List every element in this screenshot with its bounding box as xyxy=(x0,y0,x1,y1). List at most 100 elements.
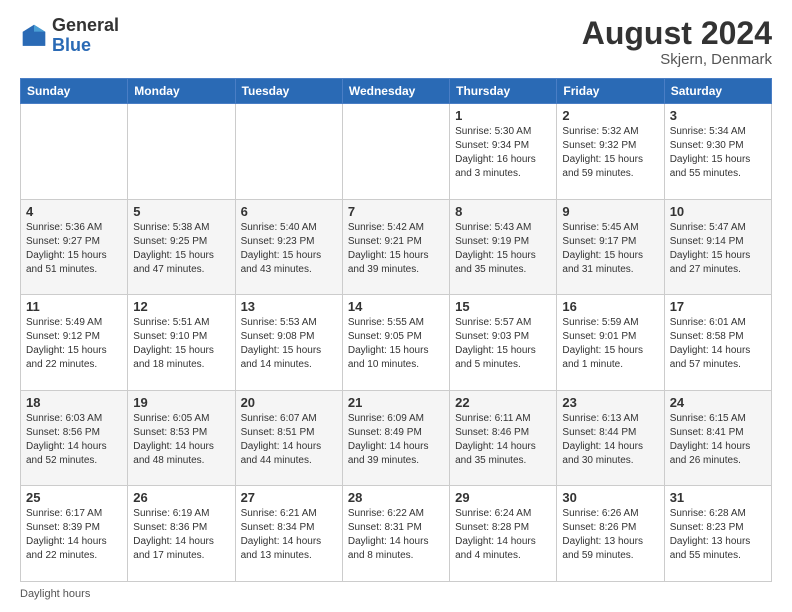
day-number: 10 xyxy=(670,204,766,219)
calendar-week-row: 18 Sunrise: 6:03 AM Sunset: 8:56 PM Dayli… xyxy=(21,390,772,486)
col-sunday: Sunday xyxy=(21,79,128,104)
table-row: 23 Sunrise: 6:13 AM Sunset: 8:44 PM Dayli… xyxy=(557,390,664,486)
day-number: 6 xyxy=(241,204,337,219)
table-row: 13 Sunrise: 5:53 AM Sunset: 9:08 PM Dayli… xyxy=(235,295,342,391)
calendar-week-row: 25 Sunrise: 6:17 AM Sunset: 8:39 PM Dayli… xyxy=(21,486,772,582)
day-number: 14 xyxy=(348,299,444,314)
table-row: 14 Sunrise: 5:55 AM Sunset: 9:05 PM Dayli… xyxy=(342,295,449,391)
daylight-hours-label: Daylight hours xyxy=(20,588,90,600)
day-info: Sunrise: 5:30 AM Sunset: 9:34 PM Dayligh… xyxy=(455,125,551,181)
day-number: 25 xyxy=(26,490,122,505)
day-number: 17 xyxy=(670,299,766,314)
table-row: 11Sunrise: 5:49 AM Sunset: 9:12 PM Dayli… xyxy=(21,295,128,391)
table-row: 10 Sunrise: 5:47 AM Sunset: 9:14 PM Dayli… xyxy=(664,199,771,295)
calendar-week-row: 4 Sunrise: 5:36 AM Sunset: 9:27 PM Daylig… xyxy=(21,199,772,295)
table-row: 21Sunrise: 6:09 AM Sunset: 8:49 PM Dayli… xyxy=(342,390,449,486)
day-number: 9 xyxy=(562,204,658,219)
day-number: 18 xyxy=(26,395,122,410)
table-row: 22 Sunrise: 6:11 AM Sunset: 8:46 PM Dayli… xyxy=(450,390,557,486)
day-info: Sunrise: 5:40 AM Sunset: 9:23 PM Dayligh… xyxy=(241,221,337,277)
table-row: 30Sunrise: 6:26 AM Sunset: 8:26 PM Dayli… xyxy=(557,486,664,582)
table-row: 18 Sunrise: 6:03 AM Sunset: 8:56 PM Dayli… xyxy=(21,390,128,486)
day-info: Sunrise: 6:22 AM Sunset: 8:31 PM Dayligh… xyxy=(348,507,444,563)
day-number: 26 xyxy=(133,490,229,505)
calendar-header-row: Sunday Monday Tuesday Wednesday Thursday… xyxy=(21,79,772,104)
table-row: 20Sunrise: 6:07 AM Sunset: 8:51 PM Dayli… xyxy=(235,390,342,486)
table-row: 17 Sunrise: 6:01 AM Sunset: 8:58 PM Dayli… xyxy=(664,295,771,391)
col-friday: Friday xyxy=(557,79,664,104)
table-row: 5 Sunrise: 5:38 AM Sunset: 9:25 PM Daylig… xyxy=(128,199,235,295)
page: General Blue August 2024 Skjern, Denmark… xyxy=(0,0,792,612)
table-row: 25 Sunrise: 6:17 AM Sunset: 8:39 PM Dayli… xyxy=(21,486,128,582)
table-row: 16Sunrise: 5:59 AM Sunset: 9:01 PM Dayli… xyxy=(557,295,664,391)
day-number: 1 xyxy=(455,108,551,123)
day-number: 7 xyxy=(348,204,444,219)
table-row: 12 Sunrise: 5:51 AM Sunset: 9:10 PM Dayli… xyxy=(128,295,235,391)
day-number: 23 xyxy=(562,395,658,410)
day-info: Sunrise: 5:45 AM Sunset: 9:17 PM Dayligh… xyxy=(562,221,658,277)
day-info: Sunrise: 5:49 AM Sunset: 9:12 PM Dayligh… xyxy=(26,316,122,372)
day-number: 13 xyxy=(241,299,337,314)
day-number: 8 xyxy=(455,204,551,219)
day-info: Sunrise: 5:53 AM Sunset: 9:08 PM Dayligh… xyxy=(241,316,337,372)
day-info: Sunrise: 5:55 AM Sunset: 9:05 PM Dayligh… xyxy=(348,316,444,372)
footer: Daylight hours xyxy=(20,588,772,600)
day-number: 31 xyxy=(670,490,766,505)
col-thursday: Thursday xyxy=(450,79,557,104)
day-number: 27 xyxy=(241,490,337,505)
table-row: 28Sunrise: 6:22 AM Sunset: 8:31 PM Dayli… xyxy=(342,486,449,582)
logo-icon xyxy=(20,22,48,50)
day-info: Sunrise: 5:59 AM Sunset: 9:01 PM Dayligh… xyxy=(562,316,658,372)
day-info: Sunrise: 5:43 AM Sunset: 9:19 PM Dayligh… xyxy=(455,221,551,277)
table-row xyxy=(342,104,449,200)
logo: General Blue xyxy=(20,16,119,56)
day-info: Sunrise: 6:19 AM Sunset: 8:36 PM Dayligh… xyxy=(133,507,229,563)
month-year: August 2024 xyxy=(582,16,772,51)
day-info: Sunrise: 6:28 AM Sunset: 8:23 PM Dayligh… xyxy=(670,507,766,563)
day-number: 15 xyxy=(455,299,551,314)
day-info: Sunrise: 5:57 AM Sunset: 9:03 PM Dayligh… xyxy=(455,316,551,372)
table-row: 6 Sunrise: 5:40 AM Sunset: 9:23 PM Daylig… xyxy=(235,199,342,295)
day-info: Sunrise: 6:26 AM Sunset: 8:26 PM Dayligh… xyxy=(562,507,658,563)
col-tuesday: Tuesday xyxy=(235,79,342,104)
table-row: 8 Sunrise: 5:43 AM Sunset: 9:19 PM Daylig… xyxy=(450,199,557,295)
col-monday: Monday xyxy=(128,79,235,104)
day-info: Sunrise: 6:15 AM Sunset: 8:41 PM Dayligh… xyxy=(670,412,766,468)
day-number: 2 xyxy=(562,108,658,123)
table-row: 15 Sunrise: 5:57 AM Sunset: 9:03 PM Dayli… xyxy=(450,295,557,391)
day-info: Sunrise: 5:38 AM Sunset: 9:25 PM Dayligh… xyxy=(133,221,229,277)
day-info: Sunrise: 6:03 AM Sunset: 8:56 PM Dayligh… xyxy=(26,412,122,468)
day-info: Sunrise: 5:32 AM Sunset: 9:32 PM Dayligh… xyxy=(562,125,658,181)
day-info: Sunrise: 6:09 AM Sunset: 8:49 PM Dayligh… xyxy=(348,412,444,468)
day-info: Sunrise: 6:01 AM Sunset: 8:58 PM Dayligh… xyxy=(670,316,766,372)
table-row: 2 Sunrise: 5:32 AM Sunset: 9:32 PM Daylig… xyxy=(557,104,664,200)
table-row: 3Sunrise: 5:34 AM Sunset: 9:30 PM Daylig… xyxy=(664,104,771,200)
table-row: 24Sunrise: 6:15 AM Sunset: 8:41 PM Dayli… xyxy=(664,390,771,486)
table-row: 27 Sunrise: 6:21 AM Sunset: 8:34 PM Dayli… xyxy=(235,486,342,582)
day-info: Sunrise: 6:17 AM Sunset: 8:39 PM Dayligh… xyxy=(26,507,122,563)
table-row: 29Sunrise: 6:24 AM Sunset: 8:28 PM Dayli… xyxy=(450,486,557,582)
day-info: Sunrise: 5:47 AM Sunset: 9:14 PM Dayligh… xyxy=(670,221,766,277)
day-number: 4 xyxy=(26,204,122,219)
day-info: Sunrise: 6:21 AM Sunset: 8:34 PM Dayligh… xyxy=(241,507,337,563)
logo-general: General xyxy=(52,15,119,35)
day-info: Sunrise: 6:07 AM Sunset: 8:51 PM Dayligh… xyxy=(241,412,337,468)
logo-text: General Blue xyxy=(52,16,119,56)
day-number: 29 xyxy=(455,490,551,505)
day-info: Sunrise: 6:13 AM Sunset: 8:44 PM Dayligh… xyxy=(562,412,658,468)
day-info: Sunrise: 6:11 AM Sunset: 8:46 PM Dayligh… xyxy=(455,412,551,468)
day-number: 22 xyxy=(455,395,551,410)
location: Skjern, Denmark xyxy=(582,51,772,68)
calendar-week-row: 11Sunrise: 5:49 AM Sunset: 9:12 PM Dayli… xyxy=(21,295,772,391)
day-info: Sunrise: 5:36 AM Sunset: 9:27 PM Dayligh… xyxy=(26,221,122,277)
day-number: 5 xyxy=(133,204,229,219)
header: General Blue August 2024 Skjern, Denmark xyxy=(20,16,772,68)
table-row: 1 Sunrise: 5:30 AM Sunset: 9:34 PM Daylig… xyxy=(450,104,557,200)
table-row: 19Sunrise: 6:05 AM Sunset: 8:53 PM Dayli… xyxy=(128,390,235,486)
calendar-table: Sunday Monday Tuesday Wednesday Thursday… xyxy=(20,78,772,582)
table-row: 26 Sunrise: 6:19 AM Sunset: 8:36 PM Dayli… xyxy=(128,486,235,582)
day-info: Sunrise: 5:51 AM Sunset: 9:10 PM Dayligh… xyxy=(133,316,229,372)
day-number: 12 xyxy=(133,299,229,314)
table-row xyxy=(128,104,235,200)
day-info: Sunrise: 5:34 AM Sunset: 9:30 PM Dayligh… xyxy=(670,125,766,181)
